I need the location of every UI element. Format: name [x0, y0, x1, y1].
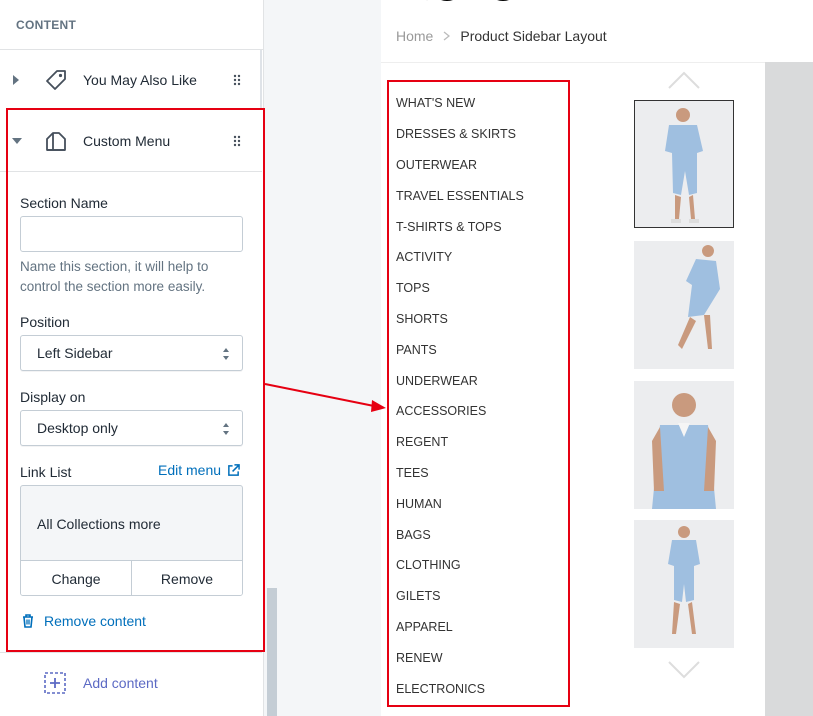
product-thumbnail[interactable] [634, 241, 734, 369]
drag-handle-icon[interactable] [232, 74, 242, 86]
menu-item[interactable]: TOPS [396, 273, 566, 304]
link-list-card: All Collections more Change Remove [20, 485, 243, 596]
tag-icon [46, 70, 66, 90]
menu-item[interactable]: TRAVEL ESSENTIALS [396, 180, 566, 211]
remove-content-link[interactable]: Remove content [22, 613, 146, 629]
menu-item[interactable]: ACTIVITY [396, 242, 566, 273]
section-name-help: Name this section, it will help to contr… [20, 259, 209, 294]
section-label: Custom Menu [83, 133, 171, 149]
product-thumbnail[interactable] [634, 381, 734, 509]
section-custom-menu[interactable]: Custom Menu [0, 111, 262, 171]
product-photo [634, 381, 734, 509]
add-section-icon [44, 672, 66, 694]
menu-item[interactable]: DRESSES & SKIRTS [396, 119, 566, 150]
menu-item[interactable]: REGENT [396, 427, 566, 458]
sidebar-menu: WHAT'S NEW DRESSES & SKIRTS OUTERWEAR TR… [396, 88, 566, 704]
panel-header: CONTENT [0, 0, 263, 50]
panel-scrollbar[interactable] [264, 0, 280, 716]
caret-down-icon[interactable] [12, 137, 22, 145]
external-link-icon [228, 463, 240, 476]
store-preview: Home Product Sidebar Layout WHAT'S NEW D… [381, 0, 813, 716]
menu-item[interactable]: ELECTRONICS [396, 673, 566, 704]
header-divider [381, 62, 765, 63]
link-list-label: Link List [20, 464, 72, 480]
breadcrumb-home[interactable]: Home [396, 28, 433, 44]
menu-item[interactable]: HUMAN [396, 488, 566, 519]
menu-item[interactable]: ACCESSORIES [396, 396, 566, 427]
edit-menu-label: Edit menu [158, 462, 222, 478]
section-name-label: Section Name [20, 195, 108, 211]
position-value: Left Sidebar [37, 345, 113, 361]
menu-item[interactable]: RENEW [396, 642, 566, 673]
breadcrumb: Home Product Sidebar Layout [396, 28, 607, 44]
product-photo [634, 241, 734, 369]
menu-item[interactable]: T-SHIRTS & TOPS [396, 211, 566, 242]
menu-item[interactable]: SHORTS [396, 304, 566, 335]
link-list-value: All Collections more [37, 516, 161, 532]
divider [0, 171, 262, 172]
chevron-right-icon [443, 31, 451, 41]
caret-right-icon[interactable] [12, 75, 20, 85]
menu-icon [46, 132, 66, 151]
select-arrows-icon [223, 348, 229, 360]
menu-item[interactable]: TEES [396, 458, 566, 489]
drag-handle-icon[interactable] [232, 135, 242, 147]
product-photo [635, 101, 733, 227]
menu-item[interactable]: PANTS [396, 334, 566, 365]
trash-icon [23, 614, 33, 628]
section-divider [260, 50, 262, 110]
store-logo [426, 0, 509, 2]
breadcrumb-current: Product Sidebar Layout [460, 28, 607, 44]
content-heading: CONTENT [16, 17, 77, 32]
menu-item[interactable]: CLOTHING [396, 550, 566, 581]
menu-item[interactable]: APPAREL [396, 612, 566, 643]
display-on-select[interactable]: Desktop only [20, 410, 243, 446]
menu-item[interactable]: WHAT'S NEW [396, 88, 566, 119]
product-image-area [765, 62, 813, 716]
chevron-down-icon[interactable] [667, 660, 701, 680]
section-you-may-also-like[interactable]: You May Also Like [0, 50, 262, 110]
remove-button[interactable]: Remove [131, 561, 242, 595]
menu-item[interactable]: BAGS [396, 519, 566, 550]
position-label: Position [20, 314, 70, 330]
select-arrows-icon [223, 423, 229, 435]
remove-content-label: Remove content [44, 613, 146, 629]
menu-item[interactable]: UNDERWEAR [396, 365, 566, 396]
add-content-row[interactable]: Add content [0, 652, 262, 712]
add-content-label: Add content [83, 675, 158, 691]
theme-editor-panel: CONTENT You May Also Like Custom Menu Se [0, 0, 264, 716]
position-select[interactable]: Left Sidebar [20, 335, 243, 371]
display-on-label: Display on [20, 389, 86, 405]
menu-item[interactable]: OUTERWEAR [396, 150, 566, 181]
edit-menu-link[interactable]: Edit menu [158, 462, 240, 478]
menu-item[interactable]: GILETS [396, 581, 566, 612]
display-on-value: Desktop only [37, 420, 118, 436]
change-button[interactable]: Change [21, 561, 131, 595]
chevron-up-icon[interactable] [667, 70, 701, 90]
product-thumbnail[interactable] [634, 100, 734, 228]
section-label: You May Also Like [83, 72, 197, 88]
scrollbar-thumb[interactable] [267, 588, 277, 716]
product-photo [634, 520, 734, 648]
product-thumbnail[interactable] [634, 520, 734, 648]
preview-gutter [280, 0, 381, 716]
section-name-input[interactable] [20, 216, 243, 252]
